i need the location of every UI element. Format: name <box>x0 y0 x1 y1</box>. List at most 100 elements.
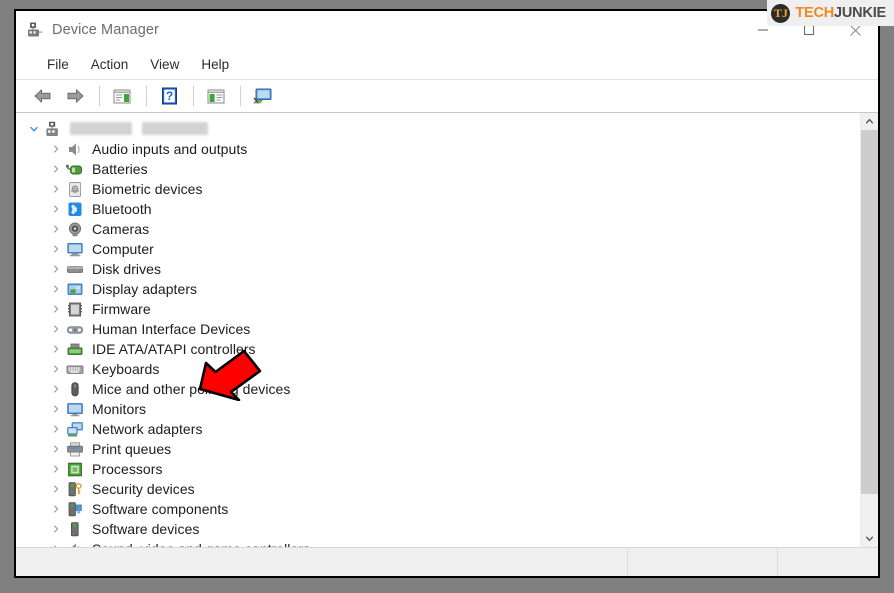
tree-row-cameras[interactable]: Cameras <box>16 219 860 239</box>
show-hide-console-tree-icon[interactable] <box>107 83 137 109</box>
speaker-icon <box>66 141 84 158</box>
sound-video-game-icon <box>66 541 84 547</box>
printer-icon <box>66 441 84 458</box>
keyboard-icon <box>66 361 84 378</box>
tree-row-print-queues[interactable]: Print queues <box>16 439 860 459</box>
chevron-right-icon[interactable] <box>48 464 64 474</box>
toolbar-separator-3 <box>193 86 194 106</box>
chevron-right-icon[interactable] <box>48 384 64 394</box>
help-icon[interactable]: ? <box>154 83 184 109</box>
battery-icon <box>66 161 84 178</box>
watermark-text-primary: TECH <box>795 5 835 21</box>
tree-item-label: Mice and other pointing devices <box>92 381 291 397</box>
chevron-right-icon[interactable] <box>48 224 64 234</box>
status-message <box>16 548 628 576</box>
monitor-icon <box>66 401 84 418</box>
properties-icon[interactable] <box>201 83 231 109</box>
tree-row-batteries[interactable]: Batteries <box>16 159 860 179</box>
chevron-right-icon[interactable] <box>48 344 64 354</box>
tree-item-label: Software devices <box>92 521 200 537</box>
firmware-icon <box>66 301 84 318</box>
chevron-right-icon[interactable] <box>48 524 64 534</box>
tree-item-label: Bluetooth <box>92 201 152 217</box>
menu-item-view[interactable]: View <box>139 54 190 75</box>
tree-row-software-devices[interactable]: Software devices <box>16 519 860 539</box>
chevron-right-icon[interactable] <box>48 404 64 414</box>
menu-item-help[interactable]: Help <box>190 54 240 75</box>
main-pane: Audio inputs and outputs Batteries Biome… <box>16 113 878 547</box>
security-device-icon <box>66 481 84 498</box>
chevron-right-icon[interactable] <box>48 444 64 454</box>
scroll-up-icon[interactable] <box>861 113 878 130</box>
chevron-right-icon[interactable] <box>48 284 64 294</box>
tree-row-bluetooth[interactable]: Bluetooth <box>16 199 860 219</box>
chevron-right-icon[interactable] <box>48 184 64 194</box>
tree-item-label: Batteries <box>92 161 148 177</box>
scrollbar-thumb[interactable] <box>861 130 878 494</box>
ide-controller-icon <box>66 341 84 358</box>
tree-item-label: Disk drives <box>92 261 162 277</box>
vertical-scrollbar[interactable] <box>860 113 878 547</box>
tree-row-network-adapters[interactable]: Network adapters <box>16 419 860 439</box>
chevron-right-icon[interactable] <box>48 304 64 314</box>
window-title: Device Manager <box>52 22 159 38</box>
tree-row-computer[interactable]: Computer <box>16 239 860 259</box>
tree-item-label: Biometric devices <box>92 181 203 197</box>
menu-item-action[interactable]: Action <box>80 54 140 75</box>
tree-item-label: Security devices <box>92 481 195 497</box>
techjunkie-logo-icon: TJ <box>771 3 791 23</box>
tree-item-label: IDE ATA/ATAPI controllers <box>92 341 256 357</box>
device-tree[interactable]: Audio inputs and outputs Batteries Biome… <box>16 113 860 547</box>
chevron-right-icon[interactable] <box>48 324 64 334</box>
forward-arrow-icon[interactable] <box>60 83 90 109</box>
chevron-right-icon[interactable] <box>48 164 64 174</box>
tree-row-ide-ata-atapi-controllers[interactable]: IDE ATA/ATAPI controllers <box>16 339 860 359</box>
scrollbar-track[interactable] <box>861 130 878 530</box>
watermark-text-secondary: JUNKIE <box>834 5 886 21</box>
chevron-right-icon[interactable] <box>48 244 64 254</box>
tree-row-security-devices[interactable]: Security devices <box>16 479 860 499</box>
tree-row-root[interactable] <box>16 119 860 139</box>
tree-item-label: Audio inputs and outputs <box>92 141 248 157</box>
tree-row-monitors[interactable]: Monitors <box>16 399 860 419</box>
processor-icon <box>66 461 84 478</box>
display-adapter-icon <box>66 281 84 298</box>
toolbar-separator-1 <box>99 86 100 106</box>
tree-row-firmware[interactable]: Firmware <box>16 299 860 319</box>
tree-row-sound-video-and-game-controllers[interactable]: Sound, video and game controllers <box>16 539 860 547</box>
tree-row-display-adapters[interactable]: Display adapters <box>16 279 860 299</box>
tree-item-label: Sound, video and game controllers <box>92 541 310 547</box>
device-manager-window: Device Manager File Action View Help ? A… <box>14 9 880 578</box>
tree-row-audio-inputs-and-outputs[interactable]: Audio inputs and outputs <box>16 139 860 159</box>
watermark-logo-text: TJ <box>773 6 788 20</box>
chevron-right-icon[interactable] <box>48 144 64 154</box>
chevron-right-icon[interactable] <box>48 364 64 374</box>
tree-row-mice-and-other-pointing-devices[interactable]: Mice and other pointing devices <box>16 379 860 399</box>
chevron-right-icon[interactable] <box>48 204 64 214</box>
bluetooth-icon <box>66 201 84 218</box>
software-component-icon <box>66 501 84 518</box>
scan-for-hardware-changes-icon[interactable] <box>248 83 278 109</box>
scroll-down-icon[interactable] <box>861 530 878 547</box>
watermark: TJ TECH JUNKIE <box>767 0 894 26</box>
status-bar <box>16 547 878 576</box>
tree-item-label: Network adapters <box>92 421 203 437</box>
chevron-right-icon[interactable] <box>48 544 64 547</box>
tree-row-biometric-devices[interactable]: Biometric devices <box>16 179 860 199</box>
tree-item-label: Display adapters <box>92 281 198 297</box>
tree-row-processors[interactable]: Processors <box>16 459 860 479</box>
tree-row-human-interface-devices[interactable]: Human Interface Devices <box>16 319 860 339</box>
tree-row-disk-drives[interactable]: Disk drives <box>16 259 860 279</box>
menu-bar: File Action View Help <box>16 49 878 80</box>
tree-row-software-components[interactable]: Software components <box>16 499 860 519</box>
tree-item-label: Print queues <box>92 441 172 457</box>
status-tertiary <box>778 548 878 576</box>
chevron-right-icon[interactable] <box>48 264 64 274</box>
chevron-right-icon[interactable] <box>48 484 64 494</box>
chevron-right-icon[interactable] <box>48 504 64 514</box>
back-arrow-icon[interactable] <box>28 83 58 109</box>
tree-row-keyboards[interactable]: Keyboards <box>16 359 860 379</box>
chevron-down-icon[interactable] <box>26 124 42 134</box>
menu-item-file[interactable]: File <box>36 54 80 75</box>
chevron-right-icon[interactable] <box>48 424 64 434</box>
